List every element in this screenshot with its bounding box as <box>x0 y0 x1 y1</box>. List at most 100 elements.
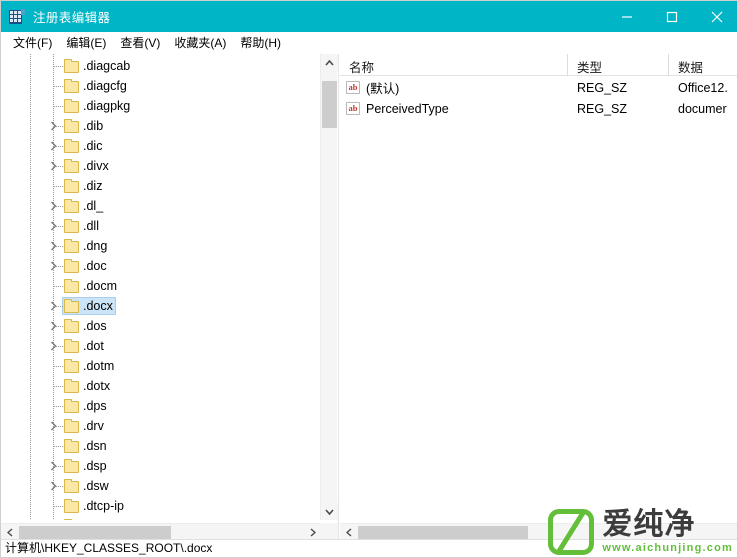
column-header-type[interactable]: 类型 <box>568 54 669 76</box>
folder-icon <box>64 179 79 193</box>
tree-item-dsn[interactable]: .dsn <box>1 436 321 456</box>
tree-item-dl-[interactable]: .dl_ <box>1 196 321 216</box>
tree-item-dsw[interactable]: .dsw <box>1 476 321 496</box>
close-button[interactable] <box>694 1 737 32</box>
tree-item-dvr-ms[interactable]: .dvr-ms <box>1 516 321 520</box>
menu-item-edit[interactable]: 编辑(E) <box>61 34 115 52</box>
scroll-up-arrow-icon[interactable] <box>321 54 338 71</box>
tree-item-dos[interactable]: .dos <box>1 316 321 336</box>
tree-item-docx[interactable]: .docx <box>1 296 321 316</box>
folder-icon <box>64 279 79 293</box>
tree-item-dotm[interactable]: .dotm <box>1 356 321 376</box>
folder-icon <box>64 199 79 213</box>
tree-item-label: .diagpkg <box>83 99 131 113</box>
tree-item-dsp[interactable]: .dsp <box>1 456 321 476</box>
tree-item-dot[interactable]: .dot <box>1 336 321 356</box>
tree-item-dotx[interactable]: .dotx <box>1 376 321 396</box>
tree-item-label: .dll <box>83 219 99 233</box>
registry-tree-pane: .diagcab .diagcfg .diagpkg .dib .dic .divx .di… <box>1 54 339 541</box>
tree-item-docm[interactable]: .docm <box>1 276 321 296</box>
folder-icon <box>64 359 79 373</box>
value-name-cell: ab PerceivedType <box>340 102 568 116</box>
column-header-name[interactable]: 名称 <box>340 54 568 76</box>
registry-tree-viewport[interactable]: .diagcab .diagcfg .diagpkg .dib .dic .divx .di… <box>1 54 321 520</box>
tree-item-label: .dsp <box>83 459 107 473</box>
tree-item-label: .drv <box>83 419 104 433</box>
tree-item-label: .dsw <box>83 479 109 493</box>
tree-item-drv[interactable]: .drv <box>1 416 321 436</box>
value-name: PerceivedType <box>366 101 449 116</box>
menu-item-view[interactable]: 查看(V) <box>115 34 169 52</box>
folder-icon <box>64 299 79 313</box>
folder-icon <box>64 159 79 173</box>
tree-item-label: .doc <box>83 259 107 273</box>
value-type: REG_SZ <box>577 101 628 116</box>
folder-icon <box>64 439 79 453</box>
registry-key-list: .diagcab .diagcfg .diagpkg .dib .dic .divx .di… <box>1 54 321 520</box>
folder-icon <box>64 99 79 113</box>
values-hscroll-thumb[interactable] <box>358 526 528 540</box>
tree-item-divx[interactable]: .divx <box>1 156 321 176</box>
values-row-list: ab (默认) REG_SZ Office12. ab PerceivedType REG_… <box>340 77 737 119</box>
folder-icon <box>64 59 79 73</box>
window-controls <box>604 1 737 32</box>
tree-scroll-thumb[interactable] <box>322 81 337 128</box>
tree-item-label: .diagcfg <box>83 79 127 93</box>
content-area: .diagcab .diagcfg .diagpkg .dib .dic .divx .di… <box>1 54 737 541</box>
folder-icon <box>64 319 79 333</box>
folder-icon <box>64 119 79 133</box>
tree-item-doc[interactable]: .doc <box>1 256 321 276</box>
folder-icon <box>64 419 79 433</box>
tree-item-diz[interactable]: .diz <box>1 176 321 196</box>
registry-grid-icon <box>9 8 25 25</box>
values-column-header: 名称 类型 数据 <box>340 54 737 76</box>
folder-icon <box>64 339 79 353</box>
tree-item-label: .dtcp-ip <box>83 499 124 513</box>
folder-icon <box>64 499 79 513</box>
folder-icon <box>64 139 79 153</box>
value-data: documer <box>678 101 727 116</box>
tree-item-diagpkg[interactable]: .diagpkg <box>1 96 321 116</box>
menu-bar: 文件(F) 编辑(E) 查看(V) 收藏夹(A) 帮助(H) <box>1 32 737 54</box>
tree-item-dib[interactable]: .dib <box>1 116 321 136</box>
maximize-button[interactable] <box>649 1 694 32</box>
folder-icon <box>64 399 79 413</box>
folder-icon <box>64 379 79 393</box>
tree-item-dtcp-ip[interactable]: .dtcp-ip <box>1 496 321 516</box>
folder-icon <box>64 459 79 473</box>
tree-item-diagcab[interactable]: .diagcab <box>1 56 321 76</box>
tree-item-dng[interactable]: .dng <box>1 236 321 256</box>
string-value-icon: ab <box>346 81 360 94</box>
tree-item-diagcfg[interactable]: .diagcfg <box>1 76 321 96</box>
tree-item-dps[interactable]: .dps <box>1 396 321 416</box>
tree-item-dll[interactable]: .dll <box>1 216 321 236</box>
scroll-down-arrow-icon[interactable] <box>321 503 338 520</box>
registry-editor-window: 注册表编辑器 文件(F) 编辑(E) 查看(V) 收藏夹(A) 帮助(H) .d… <box>0 0 738 558</box>
minimize-button[interactable] <box>604 1 649 32</box>
menu-item-favorites[interactable]: 收藏夹(A) <box>169 34 235 52</box>
tree-item-label: .dic <box>83 139 103 153</box>
tree-item-label: .diz <box>83 179 103 193</box>
tree-vertical-scrollbar[interactable] <box>320 54 338 520</box>
tree-item-label: .dsn <box>83 439 107 453</box>
tree-item-label: .dos <box>83 319 107 333</box>
menu-item-file[interactable]: 文件(F) <box>8 34 61 52</box>
tree-hscroll-thumb[interactable] <box>19 526 171 540</box>
menu-item-help[interactable]: 帮助(H) <box>235 34 290 52</box>
folder-icon <box>64 519 79 520</box>
tree-item-dic[interactable]: .dic <box>1 136 321 156</box>
folder-icon <box>64 479 79 493</box>
value-data: Office12. <box>678 80 728 95</box>
status-bar: 计算机\HKEY_CLASSES_ROOT\.docx <box>1 539 737 557</box>
string-value-icon: ab <box>346 102 360 115</box>
value-row[interactable]: ab (默认) REG_SZ Office12. <box>340 77 737 98</box>
value-name: (默认) <box>366 82 400 96</box>
value-type: REG_SZ <box>577 80 628 95</box>
value-row[interactable]: ab PerceivedType REG_SZ documer <box>340 98 737 119</box>
tree-item-label: .dps <box>83 399 107 413</box>
column-header-data[interactable]: 数据 <box>669 54 737 76</box>
folder-icon <box>64 259 79 273</box>
folder-icon <box>64 79 79 93</box>
tree-item-label: .dvr-ms <box>83 516 125 520</box>
folder-icon <box>64 219 79 233</box>
